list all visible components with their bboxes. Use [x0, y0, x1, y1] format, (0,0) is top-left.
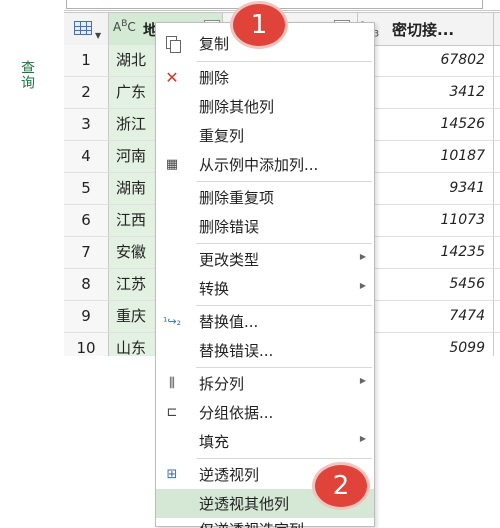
split-column-icon: ⫼	[169, 376, 175, 391]
menu-item-label: 删除重复项	[199, 189, 275, 207]
row-index: 4	[64, 141, 109, 172]
cell-contacts[interactable]: 9341	[358, 173, 494, 204]
submenu-arrow-icon: ▶	[359, 252, 366, 261]
copy-icon	[162, 34, 182, 54]
menu-item-label: 更改类型	[199, 251, 260, 269]
menu-item-fill[interactable]: 填充 ▶	[156, 427, 374, 456]
menu-item-label: 重复列	[199, 127, 245, 145]
menu-item-replace-values[interactable]: ¹↪₂ 替换值...	[156, 307, 374, 336]
row-index: 9	[64, 301, 109, 332]
column-header-contacts[interactable]: 123 密切接...	[358, 13, 494, 45]
menu-separator	[196, 367, 372, 368]
cell-contacts[interactable]: 14235	[358, 237, 494, 268]
cell-contacts[interactable]: 14526	[358, 109, 494, 140]
add-column-from-examples-icon: ▦	[165, 157, 179, 172]
menu-separator	[196, 305, 372, 306]
row-index: 3	[64, 109, 109, 140]
replace-values-icon: ¹↪₂	[162, 315, 182, 328]
menu-item-label: 分组依据...	[199, 404, 274, 422]
cell-contacts[interactable]: 7474	[358, 301, 494, 332]
text-type-icon[interactable]: ABC	[113, 19, 136, 34]
cell-contacts[interactable]: 5456	[358, 269, 494, 300]
menu-item-group-by[interactable]: ⊏ 分组依据...	[156, 398, 374, 427]
menu-item-transform[interactable]: 转换 ▶	[156, 274, 374, 303]
menu-item-label: 复制	[199, 35, 230, 53]
menu-item-label: 逆透视其他列	[199, 495, 290, 513]
row-index: 6	[64, 205, 109, 236]
menu-item-label: 拆分列	[199, 375, 245, 393]
column-name: 密切接...	[392, 21, 455, 39]
menu-item-split-column[interactable]: ⫼ 拆分列 ▶	[156, 369, 374, 398]
table-icon	[74, 21, 92, 35]
menu-item-delete[interactable]: ✕ 删除	[156, 63, 374, 92]
row-index: 8	[64, 269, 109, 300]
submenu-arrow-icon: ▶	[359, 281, 366, 290]
menu-item-label: 从示例中添加列...	[199, 156, 319, 174]
menu-item-label: 删除其他列	[199, 98, 275, 116]
table-menu-button[interactable]: ▼	[64, 13, 109, 45]
menu-item-change-type[interactable]: 更改类型 ▶	[156, 245, 374, 274]
unpivot-icon: ⊞	[166, 467, 178, 482]
submenu-arrow-icon: ▶	[359, 376, 366, 385]
callout-badge-2: 2	[315, 465, 367, 507]
menu-item-duplicate-column[interactable]: 重复列	[156, 121, 374, 150]
menu-item-label: 逆透视列	[199, 466, 260, 484]
menu-item-unpivot-selected-only[interactable]: 仅逆透视选定列	[156, 515, 374, 528]
caret-down-icon: ▼	[95, 31, 102, 40]
cell-contacts[interactable]: 3412	[358, 77, 494, 108]
queries-pane[interactable]: 查询	[0, 0, 64, 527]
row-index: 1	[64, 45, 109, 76]
menu-item-label: 填充	[199, 433, 230, 451]
menu-separator	[196, 181, 372, 182]
menu-item-label: 替换值...	[199, 313, 259, 331]
menu-item-label: 替换错误...	[199, 342, 274, 360]
group-by-icon: ⊏	[166, 405, 178, 420]
menu-item-remove-other-columns[interactable]: 删除其他列	[156, 92, 374, 121]
row-index: 7	[64, 237, 109, 268]
cell-contacts[interactable]: 11073	[358, 205, 494, 236]
row-index: 5	[64, 173, 109, 204]
menu-item-remove-errors[interactable]: 删除错误	[156, 212, 374, 241]
menu-item-replace-errors[interactable]: 替换错误...	[156, 336, 374, 365]
cell-contacts[interactable]: 67802	[358, 45, 494, 76]
menu-item-add-column-from-examples[interactable]: ▦ 从示例中添加列...	[156, 150, 374, 179]
cell-contacts[interactable]: 10187	[358, 141, 494, 172]
menu-item-label: 转换	[199, 280, 230, 298]
row-index: 2	[64, 77, 109, 108]
menu-item-label: 删除错误	[199, 218, 260, 236]
menu-separator	[196, 61, 372, 62]
queries-pane-label[interactable]: 查询	[17, 60, 37, 90]
menu-separator	[196, 458, 372, 459]
menu-item-remove-duplicates[interactable]: 删除重复项	[156, 183, 374, 212]
delete-icon: ✕	[165, 68, 179, 87]
callout-badge-1: 1	[233, 4, 285, 46]
menu-item-label: 删除	[199, 69, 230, 87]
column-context-menu: 复制 ✕ 删除 删除其他列 重复列 ▦ 从示例中添加列... 删除重复项 删除错…	[155, 22, 375, 528]
submenu-arrow-icon: ▶	[359, 434, 366, 443]
menu-separator	[196, 243, 372, 244]
